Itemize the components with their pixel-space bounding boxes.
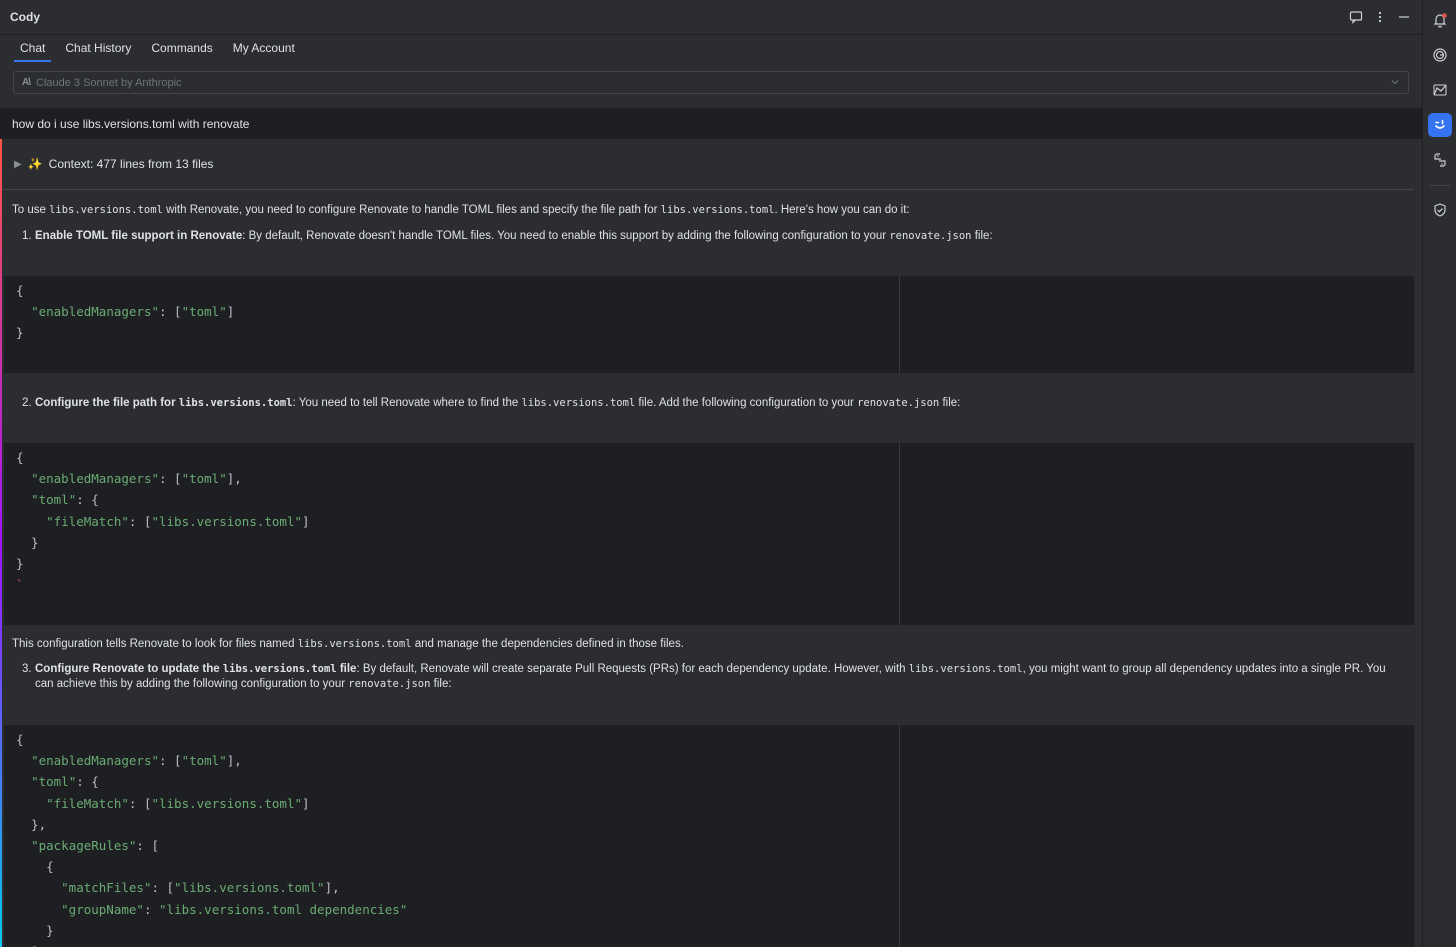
- sparkle-icon: ✨: [27, 157, 43, 171]
- tab-chat-history[interactable]: Chat History: [55, 41, 141, 61]
- model-row: A\ Claude 3 Sonnet by Anthropic: [0, 61, 1422, 94]
- shield-check-icon[interactable]: [1428, 198, 1452, 222]
- step-text: Enable TOML file support in Renovate: By…: [35, 230, 993, 242]
- panel-titlebar: Cody: [0, 0, 1422, 35]
- tab-chat[interactable]: Chat: [10, 41, 55, 62]
- step-3: 3. Configure Renovate to update the libs…: [22, 662, 1390, 692]
- titlebar-actions: [1348, 9, 1412, 25]
- tool-strip-separator: [1429, 185, 1450, 186]
- context-label: Context: 477 lines from 13 files: [48, 157, 214, 171]
- model-selector[interactable]: A\ Claude 3 Sonnet by Anthropic: [13, 71, 1409, 94]
- code-divider: [899, 443, 900, 625]
- code-divider: [899, 276, 900, 373]
- step-number: 2.: [22, 397, 32, 409]
- step-number: 1.: [22, 230, 32, 242]
- code-line: "enabledManagers": ["toml"],: [31, 753, 242, 769]
- step-text: Configure Renovate to update the libs.ve…: [35, 663, 1386, 690]
- code-line: }: [16, 922, 54, 938]
- step-1: 1. Enable TOML file support in Renovate:…: [22, 229, 1390, 244]
- tab-commands[interactable]: Commands: [141, 41, 222, 61]
- code-line: `: [16, 577, 24, 593]
- model-selector-label-group: A\ Claude 3 Sonnet by Anthropic: [22, 77, 182, 89]
- tab-my-account[interactable]: My Account: [223, 41, 305, 61]
- spiral-icon[interactable]: [1428, 43, 1452, 67]
- code-line: "groupName": "libs.versions.toml depende…: [61, 901, 408, 917]
- code-line: },: [16, 816, 47, 832]
- code-line: ]: [16, 941, 1414, 947]
- code-line: {: [16, 283, 24, 298]
- more-vertical-icon[interactable]: [1372, 9, 1388, 25]
- code-line: {: [16, 450, 24, 465]
- code-block-1[interactable]: { "enabledManagers": ["toml"] }: [4, 276, 1414, 373]
- chevron-down-icon: [1390, 76, 1400, 90]
- minimize-icon[interactable]: [1396, 9, 1412, 25]
- answer-intro: To use libs.versions.toml with Renovate,…: [12, 204, 910, 216]
- code-line: "toml": {: [31, 774, 99, 790]
- assistant-response: ▶ ✨ Context: 477 lines from 13 files To …: [0, 139, 1414, 947]
- code-line: "toml": {: [31, 492, 99, 508]
- chat-bubble-icon[interactable]: [1348, 9, 1364, 25]
- code-block-2[interactable]: { "enabledManagers": ["toml"], "toml": {…: [4, 443, 1414, 625]
- code-line: "enabledManagers": ["toml"]: [31, 304, 235, 320]
- code-line: {: [16, 732, 24, 747]
- model-label: Claude 3 Sonnet by Anthropic: [36, 76, 182, 89]
- code-line: }: [16, 534, 39, 550]
- code-divider: [899, 725, 900, 947]
- code-line: }: [16, 555, 24, 571]
- tab-bar: Chat Chat History Commands My Account: [0, 35, 1422, 62]
- code-line: "enabledManagers": ["toml"],: [31, 471, 242, 487]
- step-number: 3.: [22, 663, 32, 675]
- expand-triangle-icon[interactable]: ▶: [14, 159, 22, 170]
- code-line: "fileMatch": ["libs.versions.toml"]: [46, 513, 310, 529]
- user-question: how do i use libs.versions.toml with ren…: [0, 108, 1422, 139]
- code-line: }: [16, 325, 24, 341]
- right-tool-strip: [1422, 0, 1456, 947]
- code-line: "packageRules": [: [31, 837, 159, 853]
- code-line: "fileMatch": ["libs.versions.toml"]: [46, 795, 310, 811]
- step-text: Configure the file path for libs.version…: [35, 397, 961, 409]
- context-summary[interactable]: ▶ ✨ Context: 477 lines from 13 files: [2, 139, 1414, 190]
- code-block-3[interactable]: { "enabledManagers": ["toml"], "toml": {…: [4, 725, 1414, 947]
- cody-icon[interactable]: [1427, 113, 1452, 137]
- anthropic-logo-icon: A\: [22, 77, 31, 88]
- step-2: 2. Configure the file path for libs.vers…: [22, 396, 1390, 411]
- python-icon[interactable]: [1428, 148, 1452, 172]
- notifications-icon[interactable]: [1428, 8, 1452, 32]
- panel-title: Cody: [10, 10, 40, 24]
- code-line: "matchFiles": ["libs.versions.toml"],: [61, 880, 340, 896]
- code-line: {: [16, 859, 54, 875]
- answer-note: This configuration tells Renovate to loo…: [12, 638, 684, 650]
- deploy-icon[interactable]: [1428, 78, 1452, 102]
